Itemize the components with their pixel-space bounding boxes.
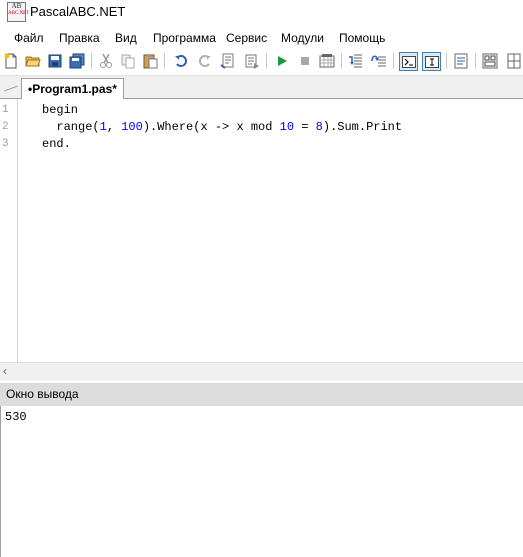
menu-program[interactable]: Программа xyxy=(153,31,216,45)
code-token: ).Sum.Print xyxy=(322,120,403,134)
new-file-icon xyxy=(4,53,17,69)
paste-icon xyxy=(143,54,157,69)
properties-button[interactable] xyxy=(452,52,470,70)
scroll-left-arrow-icon[interactable]: ‹ xyxy=(3,364,7,378)
form-designer-icon xyxy=(482,53,498,69)
app-icon-text-top: AB xyxy=(11,2,22,10)
menu-service[interactable]: Сервис xyxy=(226,31,267,45)
build-all-button[interactable] xyxy=(243,52,261,70)
code-token: , xyxy=(106,120,122,134)
run-button[interactable] xyxy=(273,52,291,70)
toolbar-separator xyxy=(446,53,447,69)
build-all-icon xyxy=(245,54,259,69)
new-file-button[interactable] xyxy=(2,52,20,70)
step-into-icon xyxy=(349,54,362,68)
stop-button[interactable] xyxy=(296,52,314,70)
toolbar-separator xyxy=(393,53,394,69)
code-number-literal: 1 xyxy=(99,120,107,134)
code-token: range( xyxy=(42,120,100,134)
toolbar-separator xyxy=(164,53,165,69)
title-bar: AB ABC.NET PascalABC.NET xyxy=(0,0,523,26)
toolbar-separator xyxy=(266,53,267,69)
app-icon: AB ABC.NET xyxy=(7,2,30,22)
cut-icon xyxy=(100,53,112,68)
copy-icon xyxy=(121,54,134,68)
code-editor[interactable]: 1 2 3 begin range(1, 100).Where(x -> x m… xyxy=(0,99,523,362)
line-number: 2 xyxy=(2,121,9,133)
debug-grid-icon xyxy=(319,54,335,68)
toolbar xyxy=(0,49,523,76)
code-number-literal: 8 xyxy=(315,120,323,134)
menu-modules[interactable]: Модули xyxy=(281,31,324,45)
output-text: 530 xyxy=(5,410,27,424)
code-line-1: begin xyxy=(42,103,78,117)
code-token: ).Where(x -> x mod xyxy=(142,120,280,134)
console-icon xyxy=(401,55,416,68)
debug-button[interactable] xyxy=(318,52,336,70)
copy-button[interactable] xyxy=(119,52,137,70)
code-line-2: range(1, 100).Where(x -> x mod 10 = 8).S… xyxy=(42,120,402,134)
window-title: PascalABC.NET xyxy=(30,4,126,19)
output-panel-header: Окно вывода xyxy=(0,383,523,406)
menu-edit[interactable]: Правка xyxy=(59,31,100,45)
menu-view[interactable]: Вид xyxy=(115,31,137,45)
text-cursor-icon xyxy=(424,55,439,68)
stop-icon xyxy=(301,57,309,65)
toolbar-separator xyxy=(341,53,342,69)
code-line-3: end. xyxy=(42,137,71,151)
code-number-literal: 100 xyxy=(121,120,143,134)
output-panel-title: Окно вывода xyxy=(6,387,79,401)
code-line-text: begin xyxy=(42,103,79,117)
run-play-icon xyxy=(278,56,287,66)
menu-bar: Файл Правка Вид Программа Сервис Модули … xyxy=(0,28,523,48)
folder-open-icon xyxy=(25,56,41,67)
editor-horizontal-scrollbar[interactable]: ‹ xyxy=(0,362,523,380)
output-window-toggle[interactable] xyxy=(399,52,418,71)
tab-label: Program1.pas* xyxy=(32,82,117,96)
line-number: 3 xyxy=(2,138,9,150)
tab-program1[interactable]: •Program1.pas* xyxy=(21,78,124,99)
paste-button[interactable] xyxy=(141,52,159,70)
menu-help[interactable]: Помощь xyxy=(339,31,385,45)
step-over-icon xyxy=(371,55,386,67)
form-designer-button[interactable] xyxy=(481,52,499,70)
app-icon-text-bottom: ABC.NET xyxy=(8,11,30,16)
open-button[interactable] xyxy=(24,52,42,70)
code-line-text: end. xyxy=(42,137,71,151)
step-over-button[interactable] xyxy=(370,52,388,70)
layout-grid-icon xyxy=(507,53,521,69)
build-icon xyxy=(220,53,234,69)
save-button[interactable] xyxy=(46,52,64,70)
save-all-button[interactable] xyxy=(68,52,86,70)
redo-button[interactable] xyxy=(196,52,214,70)
undo-button[interactable] xyxy=(172,52,190,70)
save-all-icon xyxy=(69,53,85,69)
output-text-area[interactable]: 530 xyxy=(0,406,523,557)
cut-button[interactable] xyxy=(97,52,115,70)
layout-button[interactable] xyxy=(505,52,523,70)
line-number-gutter: 1 2 3 xyxy=(0,99,18,362)
code-number-literal: 10 xyxy=(279,120,295,134)
save-icon xyxy=(48,54,62,68)
editor-tab-strip: •Program1.pas* xyxy=(0,76,523,99)
toolbar-separator xyxy=(91,53,92,69)
tab-strip-decoration xyxy=(4,85,18,92)
menu-file[interactable]: Файл xyxy=(14,31,44,45)
toolbar-separator xyxy=(475,53,476,69)
code-token: = xyxy=(294,120,316,134)
undo-icon xyxy=(175,55,187,67)
document-list-icon xyxy=(454,53,468,69)
line-number: 1 xyxy=(2,104,9,116)
immediate-window-toggle[interactable] xyxy=(422,52,441,71)
step-into-button[interactable] xyxy=(347,52,365,70)
panel-splitter[interactable] xyxy=(0,380,523,382)
redo-icon xyxy=(199,55,211,67)
build-button[interactable] xyxy=(219,52,237,70)
